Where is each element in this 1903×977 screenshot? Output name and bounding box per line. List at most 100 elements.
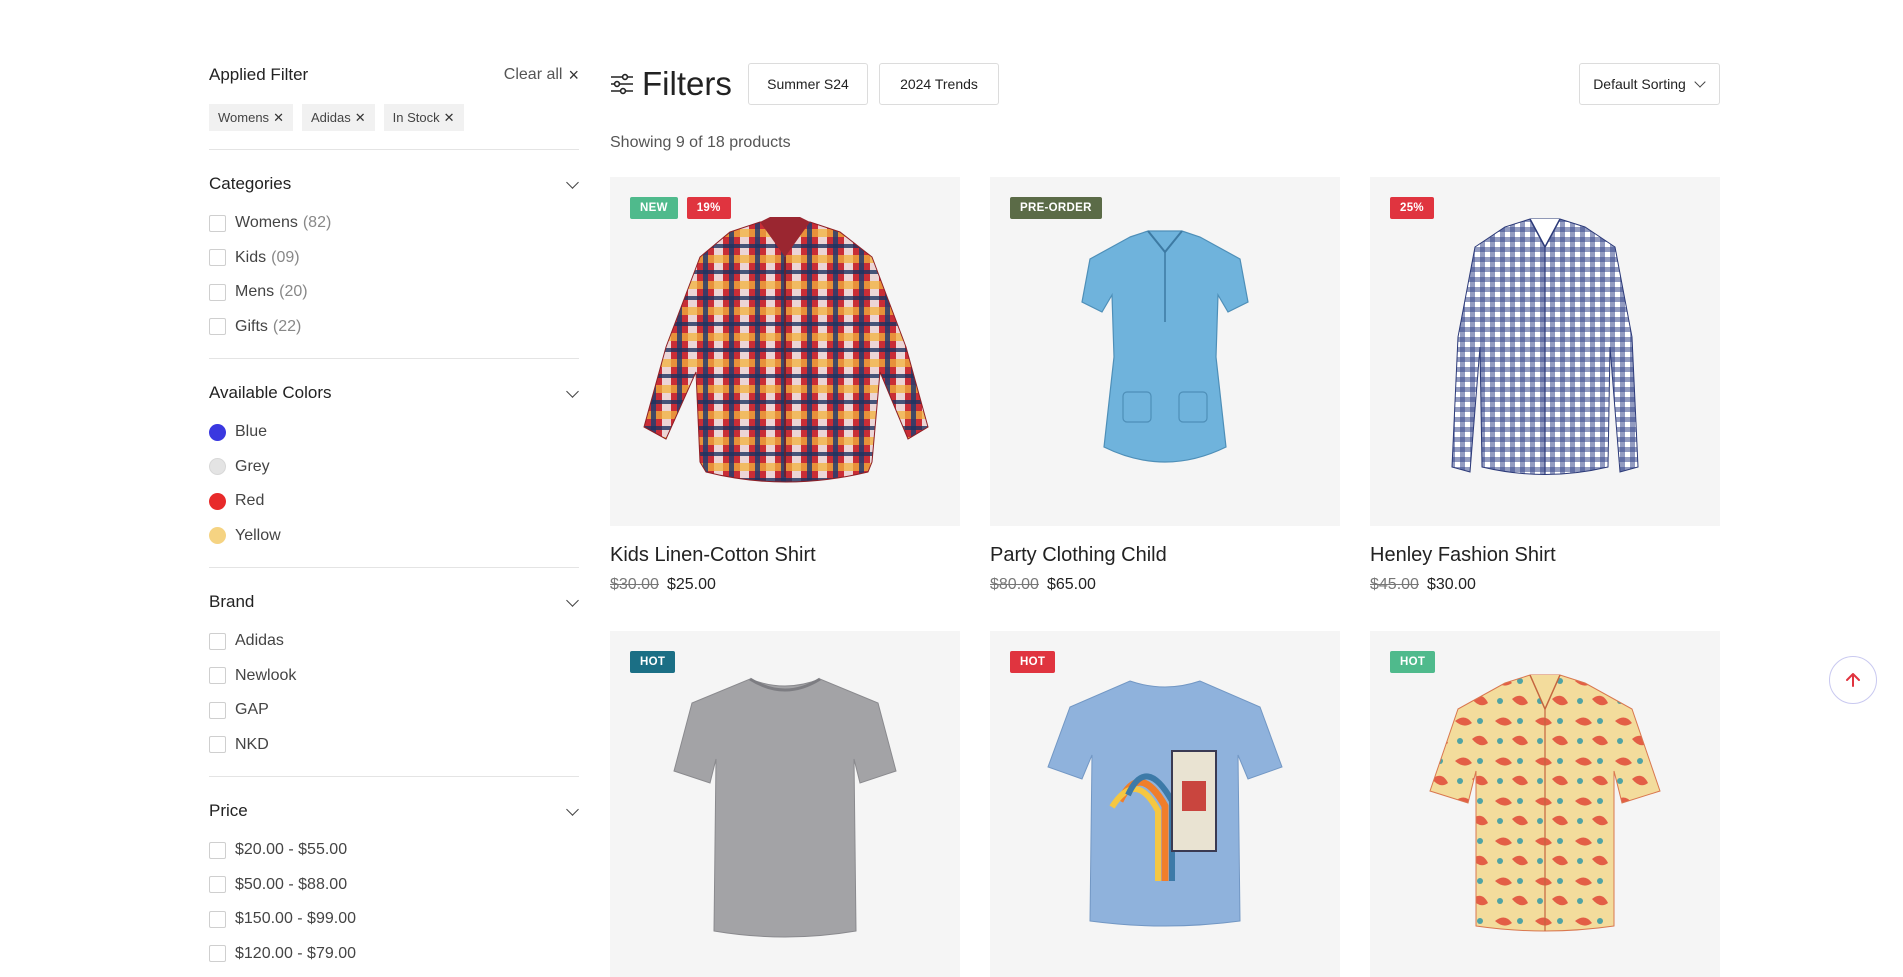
sort-dropdown[interactable]: Default Sorting — [1579, 63, 1720, 105]
price-option-4[interactable]: $120.00 - $79.00 — [209, 937, 579, 972]
option-label: $120.00 - $79.00 — [235, 944, 356, 962]
category-option-gifts[interactable]: Gifts (22) — [209, 310, 579, 345]
badge-hot: HOT — [630, 651, 676, 673]
sale-price: $65.00 — [1046, 576, 1096, 593]
brand-option-newlook[interactable]: Newlook — [209, 659, 579, 694]
product-name[interactable]: Kids Linen-Cotton Shirt — [610, 544, 960, 567]
color-swatch[interactable] — [209, 423, 226, 441]
filter-sidebar: Applied Filter Clear all × Womens ✕ Adida… — [209, 60, 579, 977]
color-swatch[interactable] — [209, 458, 226, 476]
tag-summer-s24-button[interactable]: Summer S24 — [748, 63, 868, 105]
product-card: HOT — [990, 631, 1340, 977]
applied-filter-title: Applied Filter — [209, 65, 309, 84]
badge-discount: 19% — [686, 197, 731, 219]
brand-option-gap[interactable]: GAP — [209, 693, 579, 728]
chip-label: Womens — [218, 110, 270, 125]
color-option-red[interactable]: Red — [209, 484, 579, 519]
checkbox[interactable] — [209, 632, 226, 650]
product-image[interactable]: PRE-ORDER — [990, 177, 1340, 526]
checkbox[interactable] — [209, 841, 226, 859]
category-option-kids[interactable]: Kids (09) — [209, 241, 579, 276]
chevron-down-icon — [565, 595, 579, 609]
checkbox[interactable] — [209, 214, 226, 232]
badge-group: HOT — [1010, 651, 1056, 673]
product-card: HOT — [610, 631, 960, 977]
colors-toggle[interactable]: Available Colors — [209, 379, 579, 407]
option-label: $20.00 - $55.00 — [235, 841, 348, 859]
product-image[interactable]: HOT — [1370, 631, 1720, 977]
color-option-yellow[interactable]: Yellow — [209, 519, 579, 554]
checkbox[interactable] — [209, 876, 226, 894]
filter-chip-adidas[interactable]: Adidas ✕ — [301, 104, 375, 131]
price-option-3[interactable]: $150.00 - $99.00 — [209, 902, 579, 937]
checkbox[interactable] — [209, 318, 226, 336]
color-option-grey[interactable]: Grey — [209, 450, 579, 485]
price-option-2[interactable]: $50.00 - $88.00 — [209, 868, 579, 903]
close-icon: × — [568, 65, 579, 85]
filters-toggle[interactable]: Filters — [610, 63, 732, 105]
graphic-tee-image — [1047, 680, 1283, 927]
chevron-down-icon — [565, 804, 579, 818]
brand-option-nkd[interactable]: NKD — [209, 728, 579, 763]
badge-group: HOT — [630, 651, 676, 673]
product-image[interactable]: 25% — [1370, 177, 1720, 526]
badge-discount: 25% — [1390, 197, 1434, 219]
plaid-shirt-image — [643, 217, 929, 483]
option-label: Grey — [235, 457, 270, 475]
product-image[interactable]: HOT — [990, 631, 1340, 977]
filters-label: Filters — [642, 65, 732, 102]
product-card: NEW 19% Kids Linen-Cotton Shirt $30.00 $… — [610, 177, 960, 594]
product-card: 25% Henley Fashion Shirt $45.00 $30.00 — [1370, 177, 1720, 594]
colors-section: Available Colors Blue Grey Red Yellow — [209, 359, 579, 567]
filter-chip-womens[interactable]: Womens ✕ — [209, 104, 293, 131]
option-label: Womens — [235, 214, 298, 232]
category-option-mens[interactable]: Mens (20) — [209, 275, 579, 310]
badge-pre-order: PRE-ORDER — [1010, 197, 1102, 219]
product-price: $30.00 $25.00 — [610, 576, 960, 594]
chevron-down-icon — [565, 177, 579, 191]
arrow-up-icon — [1846, 673, 1860, 687]
filter-chip-in-stock[interactable]: In Stock ✕ — [383, 104, 464, 131]
price-toggle[interactable]: Price — [209, 797, 579, 825]
categories-section: Categories Womens (82) Kids (09) Mens (20) … — [209, 150, 579, 358]
checkbox[interactable] — [209, 910, 226, 928]
option-label: GAP — [235, 701, 269, 719]
checkbox[interactable] — [209, 249, 226, 267]
product-name[interactable]: Party Clothing Child — [990, 544, 1340, 567]
product-name[interactable]: Henley Fashion Shirt — [1370, 544, 1720, 567]
scroll-to-top-button[interactable] — [1829, 656, 1877, 704]
checkbox[interactable] — [209, 283, 226, 301]
product-image[interactable]: NEW 19% — [610, 177, 960, 526]
color-option-blue[interactable]: Blue — [209, 415, 579, 450]
price-option-1[interactable]: $20.00 - $55.00 — [209, 833, 579, 868]
remove-icon: ✕ — [354, 109, 366, 125]
category-option-womens[interactable]: Womens (82) — [209, 206, 579, 241]
remove-icon: ✕ — [443, 109, 455, 125]
clear-all-button[interactable]: Clear all × — [504, 66, 579, 84]
color-swatch[interactable] — [209, 527, 226, 545]
badge-group: 25% — [1390, 197, 1434, 219]
option-label: Red — [235, 492, 265, 510]
sale-price: $30.00 — [1426, 576, 1476, 593]
option-label: Gifts — [235, 317, 268, 335]
checkbox[interactable] — [209, 701, 226, 719]
chip-label: In Stock — [392, 110, 440, 125]
checkbox[interactable] — [209, 736, 226, 754]
color-swatch[interactable] — [209, 492, 226, 510]
tag-2024-trends-button[interactable]: 2024 Trends — [879, 63, 999, 105]
brand-toggle[interactable]: Brand — [209, 588, 579, 616]
option-label: Newlook — [235, 666, 297, 684]
option-label: $50.00 - $88.00 — [235, 875, 348, 893]
brand-option-adidas[interactable]: Adidas — [209, 624, 579, 659]
option-label: Kids — [235, 248, 267, 266]
clear-all-label: Clear all — [503, 66, 563, 83]
applied-filter-chips: Womens ✕ Adidas ✕ In Stock ✕ — [209, 104, 579, 131]
categories-toggle[interactable]: Categories — [209, 170, 579, 198]
product-card: PRE-ORDER Party Clothing Child $80.00 $6… — [990, 177, 1340, 594]
shop-toolbar: Filters Summer S24 2024 Trends Default S… — [610, 63, 1720, 105]
checkbox[interactable] — [209, 945, 226, 963]
checkbox[interactable] — [209, 667, 226, 685]
badge-hot: HOT — [1390, 651, 1436, 673]
product-price: $80.00 $65.00 — [990, 576, 1340, 594]
product-image[interactable]: HOT — [610, 631, 960, 977]
